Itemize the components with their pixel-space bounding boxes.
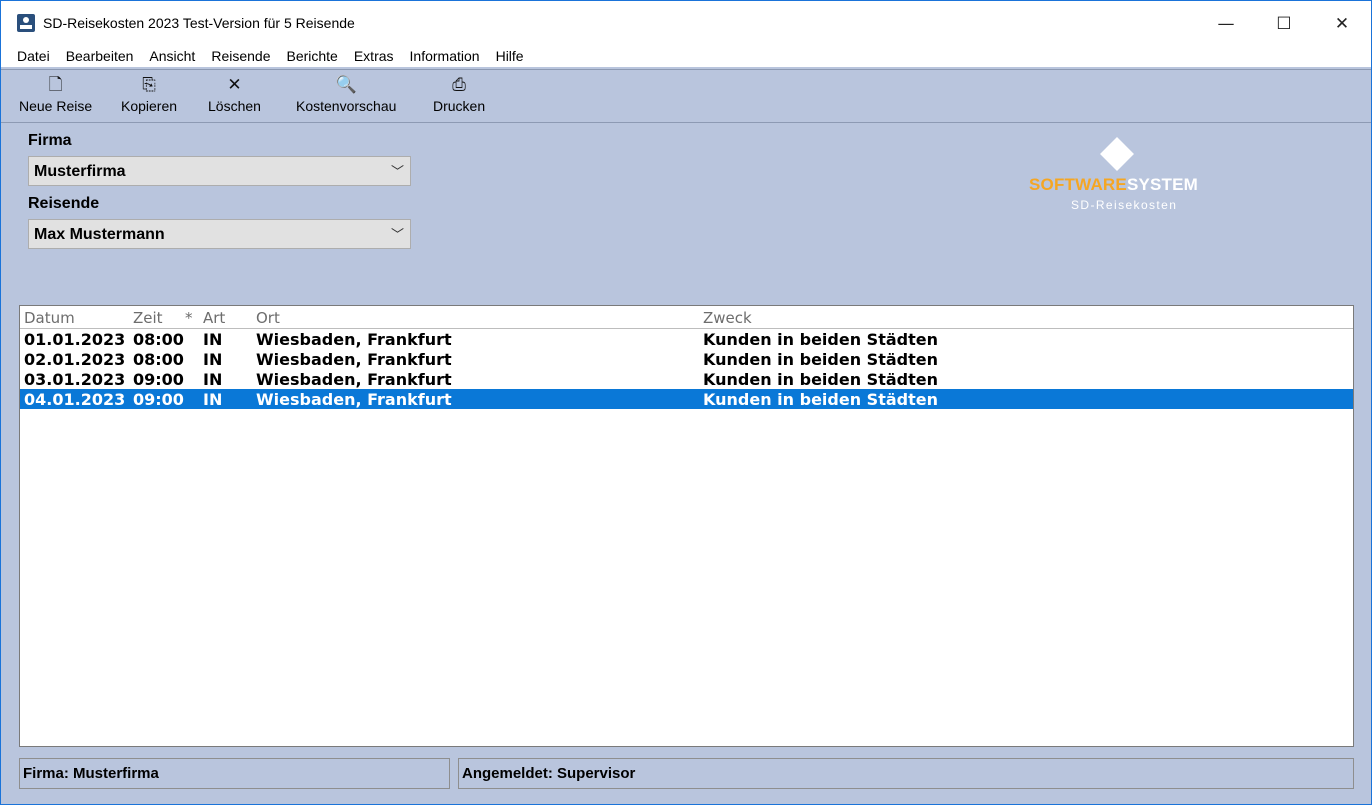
logo-part-software: SOFTWARE — [1029, 175, 1127, 194]
title-bar: SD-Reisekosten 2023 Test-Version für 5 R… — [1, 1, 1371, 46]
table-row-selected[interactable]: 04.01.2023 09:00 IN Wiesbaden, Frankfurt… — [20, 389, 1353, 409]
chevron-down-icon[interactable]: ﹀ — [391, 161, 404, 180]
menu-information[interactable]: Information — [402, 46, 488, 67]
menu-reisende[interactable]: Reisende — [203, 46, 278, 67]
header-art[interactable]: Art — [203, 309, 225, 327]
cell-zeit: 08:00 — [133, 350, 184, 369]
menu-extras[interactable]: Extras — [346, 46, 402, 67]
chevron-down-icon[interactable]: ﹀ — [391, 224, 404, 243]
reisende-select[interactable]: Max Mustermann ﹀ — [28, 219, 411, 249]
maximize-button[interactable]: ☐ — [1255, 1, 1313, 46]
header-star[interactable]: * — [185, 309, 193, 327]
printer-icon: ⎙ — [452, 75, 466, 95]
firma-select[interactable]: Musterfirma ﹀ — [28, 156, 411, 186]
header-ort[interactable]: Ort — [256, 309, 280, 327]
header-zweck[interactable]: Zweck — [703, 309, 752, 327]
cell-zeit: 09:00 — [133, 370, 184, 389]
logo-diamond-icon — [1100, 137, 1134, 171]
company-logo: SOFTWARESYSTEM — [1029, 175, 1198, 195]
menu-berichte[interactable]: Berichte — [278, 46, 345, 67]
cell-datum: 03.01.2023 — [24, 370, 126, 389]
logo-part-system: SYSTEM — [1126, 175, 1199, 194]
table-row[interactable]: 01.01.2023 08:00 IN Wiesbaden, Frankfurt… — [20, 329, 1353, 349]
header-datum[interactable]: Datum — [24, 309, 75, 327]
print-button[interactable]: ⎙ Drucken — [433, 74, 485, 118]
app-icon[interactable] — [17, 14, 35, 32]
cell-ort: Wiesbaden, Frankfurt — [256, 370, 452, 389]
cell-zweck: Kunden in beiden Städten — [703, 390, 938, 409]
cell-zeit: 09:00 — [133, 390, 184, 409]
header-zeit[interactable]: Zeit — [133, 309, 163, 327]
copy-icon: ⎘ — [142, 75, 156, 95]
status-login: Angemeldet: Supervisor — [458, 758, 1354, 789]
cell-zweck: Kunden in beiden Städten — [703, 330, 938, 349]
cost-preview-label: Kostenvorschau — [296, 98, 397, 114]
cell-art: IN — [203, 330, 223, 349]
menu-bar: Datei Bearbeiten Ansicht Reisende Berich… — [1, 46, 1371, 67]
delete-label: Löschen — [208, 98, 261, 114]
close-button[interactable]: ✕ — [1313, 1, 1371, 46]
toolbar: 🗋 Neue Reise ⎘ Kopieren ✕ Löschen 🔍 Kost… — [1, 69, 1371, 123]
firma-select-value: Musterfirma — [34, 163, 126, 180]
print-label: Drucken — [433, 98, 486, 114]
new-trip-label: Neue Reise — [19, 98, 93, 114]
table-row[interactable]: 02.01.2023 08:00 IN Wiesbaden, Frankfurt… — [20, 349, 1353, 369]
cell-zweck: Kunden in beiden Städten — [703, 370, 938, 389]
preview-icon: 🔍 — [335, 75, 357, 95]
reisende-select-value: Max Mustermann — [34, 226, 165, 243]
minimize-button[interactable]: — — [1197, 1, 1255, 46]
menu-bearbeiten[interactable]: Bearbeiten — [58, 46, 142, 67]
copy-label: Kopieren — [121, 98, 178, 114]
trips-list[interactable]: Datum Zeit * Art Ort Zweck 01.01.2023 08… — [19, 305, 1354, 747]
logo-subtitle: SD-Reisekosten — [1071, 198, 1178, 212]
cell-zeit: 08:00 — [133, 330, 184, 349]
app-window: SD-Reisekosten 2023 Test-Version für 5 R… — [0, 0, 1372, 805]
reisende-label: Reisende — [28, 195, 100, 212]
delete-button[interactable]: ✕ Löschen — [208, 74, 261, 118]
cell-ort: Wiesbaden, Frankfurt — [256, 330, 452, 349]
list-header: Datum Zeit * Art Ort Zweck — [20, 306, 1353, 329]
window-title: SD-Reisekosten 2023 Test-Version für 5 R… — [43, 15, 355, 31]
cell-art: IN — [203, 390, 223, 409]
cost-preview-button[interactable]: 🔍 Kostenvorschau — [296, 74, 396, 118]
new-trip-button[interactable]: 🗋 Neue Reise — [19, 74, 92, 118]
menu-ansicht[interactable]: Ansicht — [141, 46, 203, 67]
cell-zweck: Kunden in beiden Städten — [703, 350, 938, 369]
copy-button[interactable]: ⎘ Kopieren — [121, 74, 177, 118]
new-document-icon: 🗋 — [48, 75, 63, 95]
cell-datum: 01.01.2023 — [24, 330, 126, 349]
table-row[interactable]: 03.01.2023 09:00 IN Wiesbaden, Frankfurt… — [20, 369, 1353, 389]
cell-art: IN — [203, 370, 223, 389]
cell-ort: Wiesbaden, Frankfurt — [256, 350, 452, 369]
menu-hilfe[interactable]: Hilfe — [488, 46, 532, 67]
cell-datum: 02.01.2023 — [24, 350, 126, 369]
firma-label: Firma — [28, 132, 72, 149]
cell-datum: 04.01.2023 — [24, 390, 126, 409]
menu-datei[interactable]: Datei — [9, 46, 58, 67]
cell-ort: Wiesbaden, Frankfurt — [256, 390, 452, 409]
status-firma: Firma: Musterfirma — [19, 758, 450, 789]
cell-art: IN — [203, 350, 223, 369]
delete-x-icon: ✕ — [227, 75, 242, 95]
